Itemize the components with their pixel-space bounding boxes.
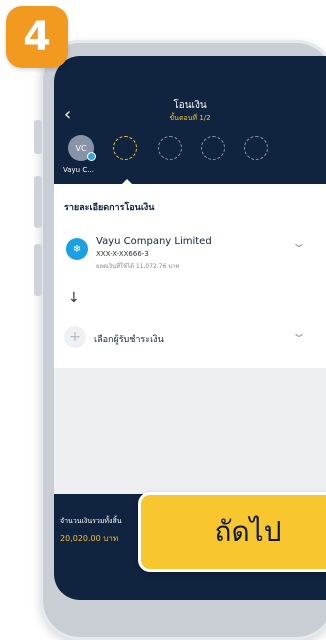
recipient-initials: VC: [75, 143, 87, 153]
header: ‹ โอนเงิน ขั้นตอนที่ 1/2 VC Vayu C...: [54, 56, 326, 184]
account-balance-note: ยอดเงินที่ใช้ได้ 11,072.76 บาท: [96, 263, 180, 270]
step-indicator: ขั้นตอนที่ 1/2: [169, 114, 211, 122]
account-name: Vayu Company Limited: [96, 236, 212, 247]
next-button[interactable]: ถัดไป: [138, 492, 326, 572]
arrow-down-icon: ↓: [68, 290, 80, 306]
phone-side-button: [34, 120, 42, 154]
empty-recipient-slot[interactable]: [201, 136, 225, 160]
chevron-down-icon[interactable]: ⌄: [291, 326, 307, 340]
section-title: รายละเอียดการโอนเงิน: [64, 203, 155, 213]
empty-recipient-slot[interactable]: [158, 136, 182, 160]
chevron-down-icon[interactable]: ⌄: [291, 236, 307, 250]
selected-check-icon: [87, 152, 96, 161]
selection-pointer: [122, 179, 132, 184]
select-payer-label[interactable]: เลือกผู้รับชำระเงิน: [94, 332, 164, 346]
empty-recipient-slot[interactable]: [113, 136, 137, 160]
total-amount: 20,020.00 บาท: [60, 534, 119, 543]
page-title: โอนเงิน: [173, 100, 207, 111]
recipient-name: Vayu C...: [63, 166, 94, 174]
bank-logo-icon: ❄: [66, 238, 88, 260]
add-payer-icon[interactable]: +: [64, 326, 86, 348]
empty-recipient-slot[interactable]: [244, 136, 268, 160]
phone-side-button: [34, 176, 42, 228]
total-label: จำนวนเงินรวมทั้งสิ้น: [60, 517, 122, 525]
phone-side-button: [34, 244, 42, 296]
step-badge: 4: [6, 6, 68, 68]
account-number: XXX-X-XX666-3: [96, 250, 149, 258]
